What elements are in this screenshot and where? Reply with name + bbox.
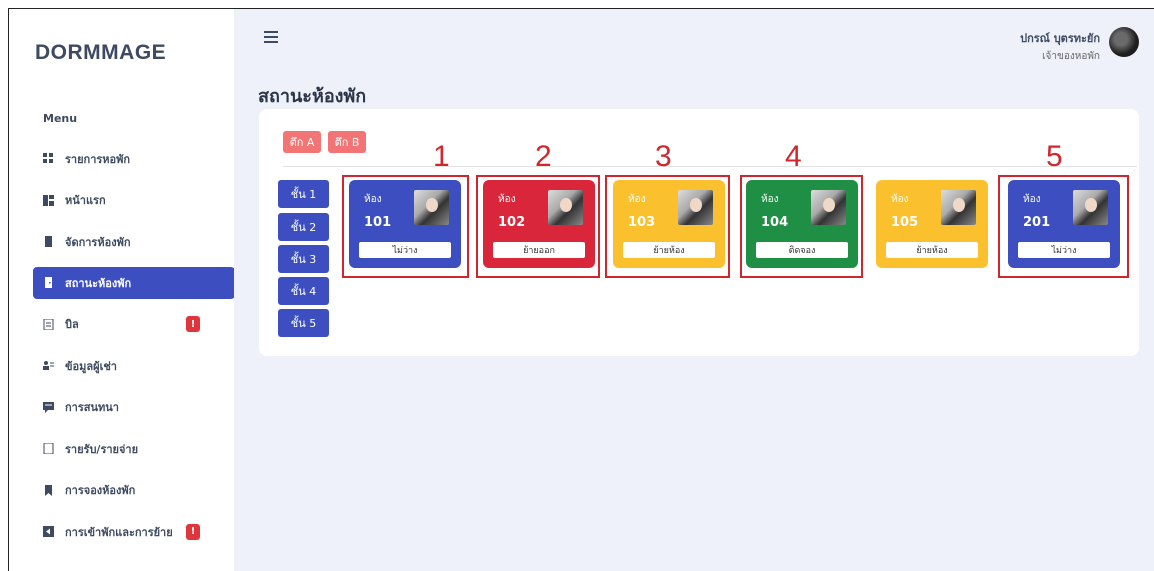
sign-in-icon	[43, 526, 54, 538]
sidebar-item-checkin-move[interactable]: การเข้าพักและการย้าย !	[9, 511, 234, 553]
annotation-number-3: 3	[655, 140, 672, 173]
annotation-number-1: 1	[433, 140, 450, 173]
room-label: ห้อง	[891, 194, 909, 205]
hamburger-menu-icon[interactable]	[264, 31, 278, 43]
user-info[interactable]: ปกรณ์ บุตรทะยัก เจ้าของหอพัก	[1020, 29, 1100, 64]
highlight-box-5	[998, 175, 1129, 278]
user-role: เจ้าของหอพัก	[1042, 51, 1100, 62]
bill-alert-badge: !	[186, 316, 200, 333]
app-window: DORMMAGE Menu รายการหอพัก หน้าแรก จัดการ…	[8, 8, 1154, 571]
users-icon	[43, 360, 54, 371]
sidebar-item-label: รายการหอพัก	[65, 152, 131, 166]
brand-logo[interactable]: DORMMAGE	[35, 41, 166, 65]
sidebar-item-booking[interactable]: การจองห้องพัก	[9, 470, 234, 512]
sidebar-item-label: การเข้าพักและการย้าย	[65, 525, 173, 539]
floor-4-button[interactable]: ชั้น 4	[278, 277, 329, 305]
annotation-number-2: 2	[535, 140, 552, 173]
menu-title: Menu	[43, 112, 78, 125]
sidebar-item-label: การสนทนา	[65, 401, 119, 415]
sidebar-item-chat[interactable]: การสนทนา	[9, 387, 234, 429]
bookmark-icon	[43, 484, 54, 496]
tenant-photo	[941, 190, 976, 225]
user-name: ปกรณ์ บุตรทะยัก	[1020, 32, 1100, 45]
door-icon	[43, 236, 54, 248]
sidebar-item-tenants[interactable]: ข้อมูลผู้เช่า	[9, 345, 234, 387]
sidebar-item-label: จัดการห้องพัก	[65, 235, 131, 249]
page-title: สถานะห้องพัก	[258, 86, 367, 107]
floor-3-button[interactable]: ชั้น 3	[278, 245, 329, 273]
room-card-105[interactable]: ห้อง 105 ย้ายห้อง	[876, 180, 988, 268]
highlight-box-2	[476, 175, 600, 278]
floor-2-button[interactable]: ชั้น 2	[278, 213, 329, 241]
sidebar-item-label: บิล	[65, 318, 79, 332]
highlight-box-1	[342, 175, 469, 278]
checkin-alert-badge: !	[186, 523, 200, 540]
sidebar-item-manage-rooms[interactable]: จัดการห้องพัก	[9, 221, 234, 263]
sidebar-menu: รายการหอพัก หน้าแรก จัดการห้องพัก สถานะห…	[9, 138, 238, 553]
annotation-number-4: 4	[785, 140, 802, 173]
sidebar-item-label: การจองห้องพัก	[65, 484, 136, 498]
sidebar-item-home[interactable]: หน้าแรก	[9, 180, 234, 222]
annotation-number-5: 5	[1046, 140, 1063, 173]
divider	[283, 166, 1137, 167]
sidebar-item-bill[interactable]: บิล !	[9, 304, 234, 346]
sidebar-item-dorm-list[interactable]: รายการหอพัก	[9, 138, 234, 180]
sidebar: DORMMAGE Menu รายการหอพัก หน้าแรก จัดการ…	[9, 9, 238, 571]
floor-1-button[interactable]: ชั้น 1	[278, 180, 329, 208]
chat-icon	[43, 401, 54, 413]
main-content: ปกรณ์ บุตรทะยัก เจ้าของหอพัก สถานะห้องพั…	[234, 9, 1154, 571]
dashboard-icon	[43, 194, 54, 206]
sidebar-item-label: รายรับ/รายจ่าย	[65, 442, 139, 456]
copy-icon	[43, 442, 54, 455]
sidebar-item-label: ข้อมูลผู้เช่า	[65, 359, 117, 373]
sidebar-item-label: สถานะห้องพัก	[65, 276, 132, 290]
floor-5-button[interactable]: ชั้น 5	[278, 309, 329, 337]
room-number: 105	[891, 215, 919, 230]
tab-building-b[interactable]: ตึก B	[328, 131, 366, 153]
grid-icon	[43, 153, 54, 164]
tab-building-a[interactable]: ตึก A	[283, 131, 321, 153]
highlight-box-4	[740, 175, 863, 278]
avatar[interactable]	[1109, 27, 1139, 57]
sidebar-item-room-status[interactable]: สถานะห้องพัก	[33, 266, 238, 299]
sidebar-item-income-expense[interactable]: รายรับ/รายจ่าย	[9, 428, 234, 470]
highlight-box-3	[605, 175, 730, 278]
room-status-button[interactable]: ย้ายห้อง	[886, 242, 978, 258]
sidebar-item-label: หน้าแรก	[65, 194, 106, 208]
door-open-icon	[43, 277, 54, 288]
bill-icon	[43, 318, 54, 331]
